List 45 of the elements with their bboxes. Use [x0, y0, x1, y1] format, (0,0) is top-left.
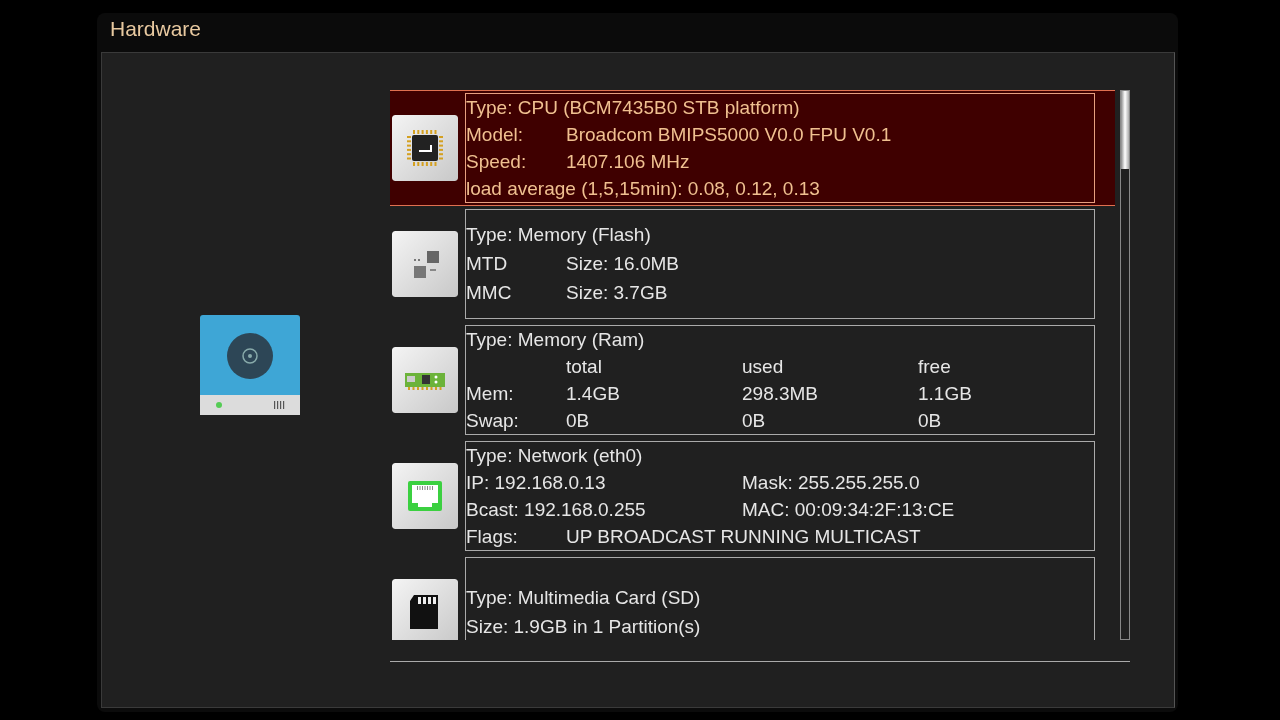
scrollbar[interactable]: [1120, 90, 1130, 640]
info-text: Type: Memory (Flash): [466, 224, 652, 246]
info-text: MMC: [466, 282, 513, 304]
info-text: Mask: 255.255.255.0: [742, 471, 921, 494]
info-text: Type: Network (eth0): [466, 444, 644, 467]
info-text: IP: 192.168.0.13: [466, 471, 607, 494]
info-text: Speed:: [466, 150, 528, 173]
ram-icon: [392, 347, 458, 413]
info-text: 1.4GB: [566, 382, 621, 405]
info-text: free: [918, 355, 952, 378]
info-text: Size: 1.9GB in 1 Partition(s): [466, 615, 702, 638]
info-text: Broadcom BMIPS5000 V0.0 FPU V0.1: [566, 123, 893, 146]
info-text: 0B: [918, 409, 943, 432]
info-text: 0B: [566, 409, 591, 432]
info-text: Size: 16.0MB: [566, 253, 680, 275]
device-row[interactable]: Type: CPU (BCM7435B0 STB platform) Model: Broadcom BMIPS5000 V0.0 FPU V0.1 Speed: 1407.106 MHz load average (1,5,15min): 0.08, 0.12, 0.13: [390, 90, 1115, 206]
info-text: Type: Memory (Ram): [466, 328, 646, 351]
flash-icon: [392, 231, 458, 297]
info-text: Mem:: [466, 382, 515, 405]
info-text: MAC: 00:09:34:2F:13:CE: [742, 498, 956, 521]
device-row[interactable]: Type: Memory (Ram) total used free Mem: 1.4GB 298.3MB 1.1GB Swap: 0B 0B 0B: [390, 322, 1115, 438]
info-text: load average (1,5,15min): 0.08, 0.12, 0.13: [466, 177, 821, 200]
info-text: used: [742, 355, 785, 378]
drive-icon: [200, 315, 300, 415]
network-icon: [392, 463, 458, 529]
info-text: 1.1GB: [918, 382, 973, 405]
info-text: total: [566, 355, 603, 378]
device-row[interactable]: Type: Memory (Flash) MTD Size: 16.0MB MMC Size: 3.7GB: [390, 206, 1115, 322]
window-title: Hardware: [109, 16, 203, 42]
device-row[interactable]: Type: Network (eth0) IP: 192.168.0.13 Mask: 255.255.255.0 Bcast: 192.168.0.255 MAC: 00:09:34:2F:13:CE Flags: UP BROADCAST RUNNING MULTICAST: [390, 438, 1115, 554]
cpu-icon: [392, 115, 458, 181]
info-text: Bcast: 192.168.0.255: [466, 498, 647, 521]
info-text: 1407.106 MHz: [566, 150, 691, 173]
info-text: Swap:: [466, 409, 520, 432]
info-text: Type: CPU (BCM7435B0 STB platform): [466, 96, 801, 119]
sd-icon: [392, 579, 458, 640]
info-text: Type: Multimedia Card (SD): [466, 586, 702, 609]
info-text: UP BROADCAST RUNNING MULTICAST: [566, 525, 922, 548]
info-text: 0B: [742, 409, 767, 432]
info-text: Size: 3.7GB: [566, 282, 669, 304]
info-text: Flags:: [466, 525, 519, 548]
info-text: MTD: [466, 253, 509, 275]
info-text: 298.3MB: [742, 382, 820, 405]
info-text: Model:: [466, 123, 525, 146]
scroll-thumb[interactable]: [1121, 91, 1129, 169]
